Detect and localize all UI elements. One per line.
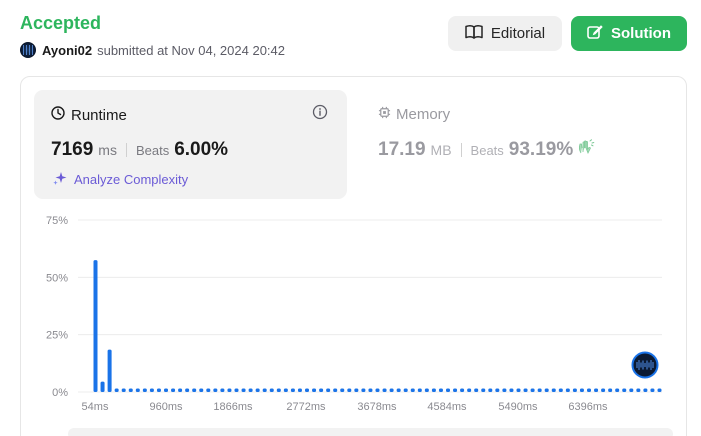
histogram-bar[interactable] <box>171 388 176 392</box>
histogram-bar[interactable] <box>523 388 528 392</box>
histogram-bar[interactable] <box>185 388 190 392</box>
histogram-bar[interactable] <box>643 388 648 392</box>
histogram-bar[interactable] <box>530 388 535 392</box>
histogram-bar[interactable] <box>453 388 458 392</box>
histogram-bar[interactable] <box>128 388 133 392</box>
histogram-bar[interactable] <box>297 388 302 392</box>
histogram-bar[interactable] <box>516 388 521 392</box>
histogram-bar[interactable] <box>565 388 570 392</box>
histogram-bar[interactable] <box>438 388 443 392</box>
histogram-bar[interactable] <box>650 388 655 392</box>
histogram-bar[interactable] <box>234 388 239 392</box>
code-section-preview[interactable] <box>68 428 673 436</box>
x-tick-label: 960ms <box>149 401 183 413</box>
runtime-distribution-chart: 75% 50% 25% 0% 54ms 960ms 1866ms 2772ms 3678ms 4… <box>46 215 662 413</box>
histogram-bar[interactable] <box>269 388 274 392</box>
histogram-bar[interactable] <box>262 388 267 392</box>
histogram-bar[interactable] <box>544 388 549 392</box>
histogram-bar[interactable] <box>100 381 105 392</box>
histogram-bar[interactable] <box>551 388 556 392</box>
histogram-bar[interactable] <box>417 388 422 392</box>
histogram-bar[interactable] <box>114 388 119 392</box>
histogram-bar[interactable] <box>601 388 606 392</box>
histogram-bar[interactable] <box>333 388 338 392</box>
your-submission-avatar[interactable] <box>631 351 659 379</box>
histogram-bar[interactable] <box>347 388 352 392</box>
histogram-bar[interactable] <box>608 388 613 392</box>
histogram-bar[interactable] <box>396 388 401 392</box>
histogram-bar[interactable] <box>319 388 324 392</box>
histogram-bar[interactable] <box>657 388 662 392</box>
histogram-bar[interactable] <box>382 388 387 392</box>
histogram-bar[interactable] <box>467 388 472 392</box>
histogram-bar[interactable] <box>135 388 140 392</box>
histogram-bar[interactable] <box>403 388 408 392</box>
histogram-bar[interactable] <box>579 388 584 392</box>
x-tick-label: 4584ms <box>427 401 467 413</box>
histogram-bar[interactable] <box>460 388 465 392</box>
histogram-bar[interactable] <box>375 388 380 392</box>
histogram-bar[interactable] <box>410 388 415 392</box>
histogram-bar[interactable] <box>622 388 627 392</box>
histogram-bar[interactable] <box>558 388 563 392</box>
histogram-bar[interactable] <box>93 260 98 392</box>
x-tick-label: 54ms <box>82 401 109 413</box>
y-tick-label: 0% <box>52 387 68 399</box>
x-tick-label: 6396ms <box>568 401 608 413</box>
x-tick-label: 2772ms <box>286 401 326 413</box>
histogram-bar[interactable] <box>326 388 331 392</box>
histogram-bar[interactable] <box>276 388 281 392</box>
histogram-bar[interactable] <box>368 388 373 392</box>
histogram-bar[interactable] <box>241 388 246 392</box>
histogram-bar[interactable] <box>255 388 260 392</box>
histogram-bar[interactable] <box>474 388 479 392</box>
histogram-bar[interactable] <box>305 388 309 392</box>
histogram-bar[interactable] <box>312 388 317 392</box>
histogram-bar[interactable] <box>283 388 288 392</box>
histogram-bar[interactable] <box>587 388 591 392</box>
y-tick-label: 25% <box>46 330 68 342</box>
histogram-bar[interactable] <box>446 388 450 392</box>
submission-result-page: Accepted Ayoni02 submitted at Nov 04, 20… <box>0 0 701 436</box>
histogram-bar[interactable] <box>431 388 436 392</box>
x-tick-label: 3678ms <box>357 401 397 413</box>
histogram-bar[interactable] <box>192 388 197 392</box>
histogram-bar[interactable] <box>572 388 577 392</box>
histogram-bar[interactable] <box>178 388 183 392</box>
histogram-bar[interactable] <box>537 388 542 392</box>
histogram-bar[interactable] <box>594 388 599 392</box>
histogram-bar[interactable] <box>615 388 620 392</box>
histogram-bar[interactable] <box>107 349 112 392</box>
x-tick-label: 5490ms <box>498 401 538 413</box>
histogram-bar[interactable] <box>220 388 225 392</box>
histogram-bar[interactable] <box>149 388 154 392</box>
histogram-bar[interactable] <box>488 388 493 392</box>
histogram-bar[interactable] <box>164 388 168 392</box>
histogram-bar[interactable] <box>121 388 126 392</box>
histogram-bar[interactable] <box>290 388 295 392</box>
histogram-bar[interactable] <box>629 388 634 392</box>
histogram-bar[interactable] <box>340 388 345 392</box>
histogram-bar[interactable] <box>389 388 394 392</box>
histogram-bar[interactable] <box>213 388 218 392</box>
histogram-bar[interactable] <box>142 388 147 392</box>
y-tick-label: 50% <box>46 272 68 284</box>
y-tick-label: 75% <box>46 215 68 227</box>
histogram-bar[interactable] <box>206 388 211 392</box>
histogram-bar[interactable] <box>636 388 641 392</box>
histogram-bar[interactable] <box>248 388 253 392</box>
histogram-bar[interactable] <box>354 388 359 392</box>
histogram-bar[interactable] <box>424 388 429 392</box>
histogram-bar[interactable] <box>156 388 161 392</box>
histogram-bar[interactable] <box>361 388 366 392</box>
histogram-bar[interactable] <box>227 388 232 392</box>
x-tick-label: 1866ms <box>213 401 253 413</box>
histogram-bar[interactable] <box>509 388 514 392</box>
histogram-bar[interactable] <box>481 388 486 392</box>
histogram-bar[interactable] <box>502 388 507 392</box>
histogram-bar[interactable] <box>495 388 500 392</box>
histogram-bar[interactable] <box>199 388 204 392</box>
